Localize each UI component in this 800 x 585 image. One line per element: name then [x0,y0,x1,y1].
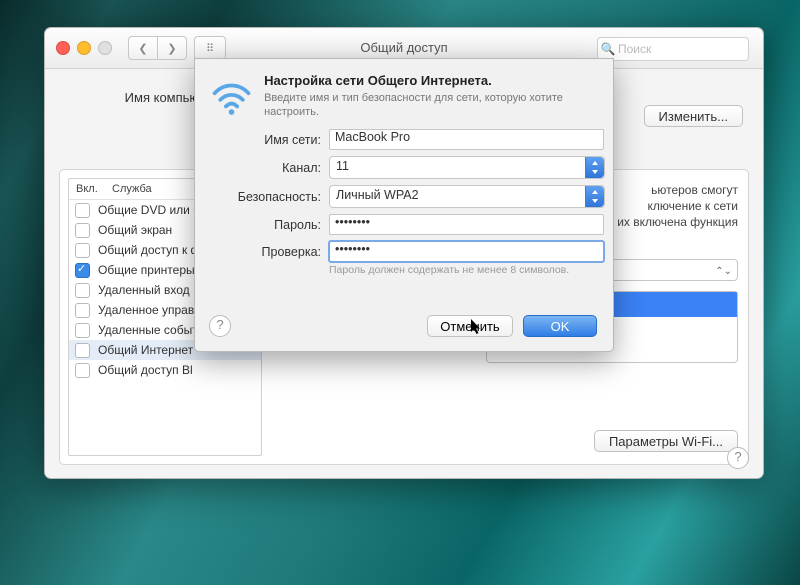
service-label: Общий Интернет [98,343,193,357]
sheet-subtitle: Введите имя и тип безопасности для сети,… [264,91,599,120]
security-label: Безопасность: [211,190,329,204]
close-icon[interactable] [56,41,70,55]
password-hint: Пароль должен содержать не менее 8 симво… [329,264,597,276]
window-controls [56,41,112,55]
sheet-form: Имя сети: MacBook Pro Канал: 11 Безопасн… [195,129,613,276]
service-label: Общий доступ к ф [98,243,200,257]
checkbox[interactable] [75,223,90,238]
password-input[interactable]: •••••••• [329,214,604,235]
checkbox[interactable] [75,283,90,298]
checkbox[interactable] [75,203,90,218]
password-label: Пароль: [211,218,329,232]
change-name-button[interactable]: Изменить... [644,105,743,127]
zoom-icon[interactable] [98,41,112,55]
service-label: Удаленные событи [98,323,204,337]
help-button[interactable]: ? [727,447,749,469]
checkbox[interactable] [75,363,90,378]
sheet-title: Настройка сети Общего Интернета. [264,73,599,88]
security-select[interactable]: Личный WPA2 [329,185,605,208]
search-icon: 🔍 [598,42,618,56]
checkbox[interactable] [75,303,90,318]
checkbox[interactable] [75,323,90,338]
service-label: Удаленное управл [98,303,201,317]
ok-button[interactable]: OK [523,315,597,337]
minimize-icon[interactable] [77,41,91,55]
service-label: Общий доступ Bl [98,363,193,377]
checkbox[interactable] [75,243,90,258]
sheet-help-button[interactable]: ? [209,315,231,337]
service-label: Общий экран [98,223,172,237]
service-label: Удаленный вход [98,283,190,297]
channel-label: Канал: [211,161,329,175]
cancel-button[interactable]: Отменить [427,315,513,337]
search-input[interactable]: 🔍 Поиск [597,37,749,61]
service-row[interactable]: Общий доступ Bl [69,360,261,380]
service-label: Общие DVD или C [98,203,202,217]
show-all-button[interactable]: ⠿ [194,36,226,60]
back-button[interactable]: ❮ [128,36,157,60]
wifi-options-button[interactable]: Параметры Wi-Fi... [594,430,738,452]
verify-label: Проверка: [211,245,329,259]
checkbox[interactable] [75,263,90,278]
chevron-up-down-icon: ⌃⌄ [715,262,732,282]
search-placeholder: Поиск [618,42,651,56]
network-name-input[interactable]: MacBook Pro [329,129,604,150]
service-label: Общие принтеры [98,263,195,277]
chevron-up-down-icon [585,157,604,178]
checkbox[interactable] [75,343,90,358]
channel-select[interactable]: 11 [329,156,605,179]
desktop-background: ❮ ❯ ⠿ Общий доступ 🔍 Поиск Имя компьютер… [0,0,800,585]
network-name-label: Имя сети: [211,133,329,147]
nav-buttons: ❮ ❯ ⠿ [128,36,226,60]
cursor-icon [471,319,483,335]
wifi-icon [209,73,254,121]
verify-input[interactable]: •••••••• [329,241,604,262]
wifi-options-sheet: Настройка сети Общего Интернета. Введите… [194,58,614,352]
forward-button[interactable]: ❯ [157,36,187,60]
col-header-enabled: Вкл. [69,179,112,199]
chevron-up-down-icon [585,186,604,207]
